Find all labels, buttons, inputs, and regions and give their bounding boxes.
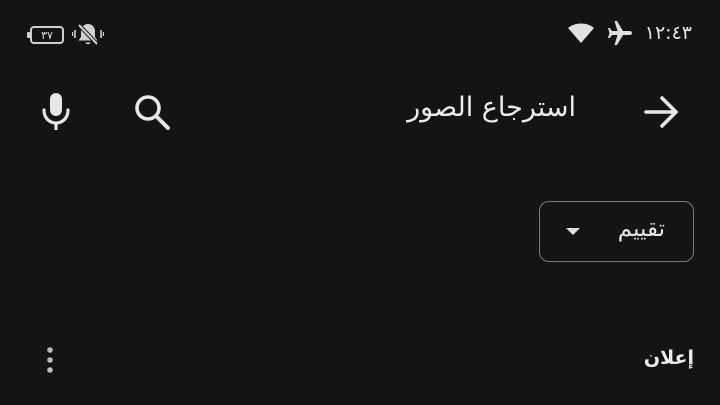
sort-dropdown-label: تقييم	[617, 216, 665, 242]
search-button[interactable]	[130, 90, 174, 134]
status-bar: ٣٧ ١٢:٤٣	[0, 0, 720, 70]
forward-arrow-icon	[642, 92, 682, 132]
sort-dropdown[interactable]: تقييم	[539, 201, 694, 262]
wifi-icon	[567, 21, 595, 45]
status-clock: ١٢:٤٣	[644, 22, 692, 44]
ad-row: إعلان	[0, 335, 720, 385]
more-options-button[interactable]	[36, 345, 64, 375]
battery-level: ٣٧	[41, 28, 53, 42]
vibrate-off-icon	[72, 22, 104, 48]
airplane-icon	[605, 20, 635, 46]
forward-button[interactable]	[640, 90, 684, 134]
caret-down-icon	[566, 228, 580, 235]
battery-icon: ٣٧	[27, 26, 64, 44]
status-bar-left: ٣٧	[27, 22, 104, 48]
ad-label: إعلان	[643, 347, 694, 369]
mic-icon	[39, 92, 73, 132]
search-bar: استرجاع الصور	[0, 82, 720, 142]
search-query[interactable]: استرجاع الصور	[407, 92, 576, 123]
mic-button[interactable]	[36, 90, 76, 134]
status-bar-right: ١٢:٤٣	[567, 20, 692, 46]
search-icon	[132, 92, 172, 132]
screen: ٣٧ ١٢:٤٣ استرجاع الصور تقييم إعلان	[0, 0, 720, 405]
more-vert-icon	[45, 346, 55, 374]
